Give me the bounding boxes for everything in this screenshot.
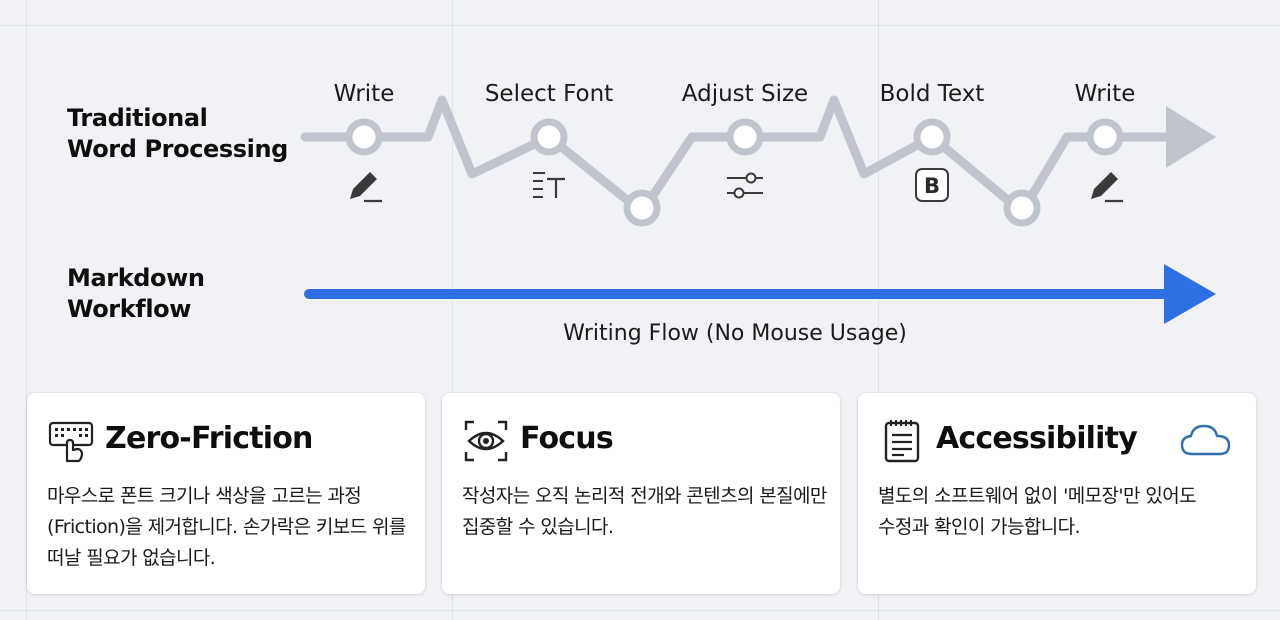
card-body: 마우스로 폰트 크기나 색상을 고르는 과정(Friction)을 제거합니다.… xyxy=(47,485,406,569)
eye-icon xyxy=(464,420,508,462)
flow-node xyxy=(726,118,764,156)
flow-node xyxy=(345,118,383,156)
svg-text:B: B xyxy=(924,174,940,198)
markdown-flow-caption: Writing Flow (No Mouse Usage) xyxy=(563,321,907,346)
flow-node xyxy=(1086,118,1124,156)
notepad-icon xyxy=(884,420,920,463)
card-accessibility: Accessibility 별도의 소프트웨어 없이 '메모장'만 있어도 수정… xyxy=(858,393,1256,594)
flow-node xyxy=(1003,189,1041,227)
card-title: Focus xyxy=(520,421,614,456)
font-size-icon xyxy=(533,172,565,198)
card-body: 별도의 소프트웨어 없이 '메모장'만 있어도 수정과 확인이 가능합니다. xyxy=(878,485,1197,538)
step-label-adjust-size: Adjust Size xyxy=(682,81,808,107)
card-focus: Focus 작성자는 오직 논리적 전개와 콘텐츠의 본질에만 집중할 수 있습… xyxy=(442,393,840,594)
flow-node xyxy=(913,118,951,156)
traditional-arrowhead xyxy=(1166,106,1216,168)
card-title: Zero-Friction xyxy=(105,421,313,456)
pencil-icon xyxy=(1091,172,1123,203)
step-label-write-final: Write xyxy=(1075,81,1136,107)
card-zero-friction: Zero-Friction 마우스로 폰트 크기나 색상을 고르는 과정(Fri… xyxy=(27,393,425,594)
flow-diagram: Write Select Font Adjust Size Bold Text … xyxy=(300,81,1216,346)
card-title: Accessibility xyxy=(936,421,1138,456)
step-label-bold-text: Bold Text xyxy=(880,81,985,107)
bold-icon: B xyxy=(915,168,949,202)
card-body: 작성자는 오직 논리적 전개와 콘텐츠의 본질에만 집중할 수 있습니다. xyxy=(462,485,827,538)
sliders-icon xyxy=(727,172,763,199)
flow-node xyxy=(623,189,661,227)
step-label-select-font: Select Font xyxy=(485,81,613,107)
flow-node xyxy=(530,118,568,156)
cloud-icon xyxy=(1180,424,1231,456)
pencil-icon xyxy=(350,172,382,203)
step-label-write: Write xyxy=(334,81,395,107)
keyboard-hand-icon xyxy=(48,421,94,463)
markdown-arrowhead xyxy=(1164,264,1216,324)
